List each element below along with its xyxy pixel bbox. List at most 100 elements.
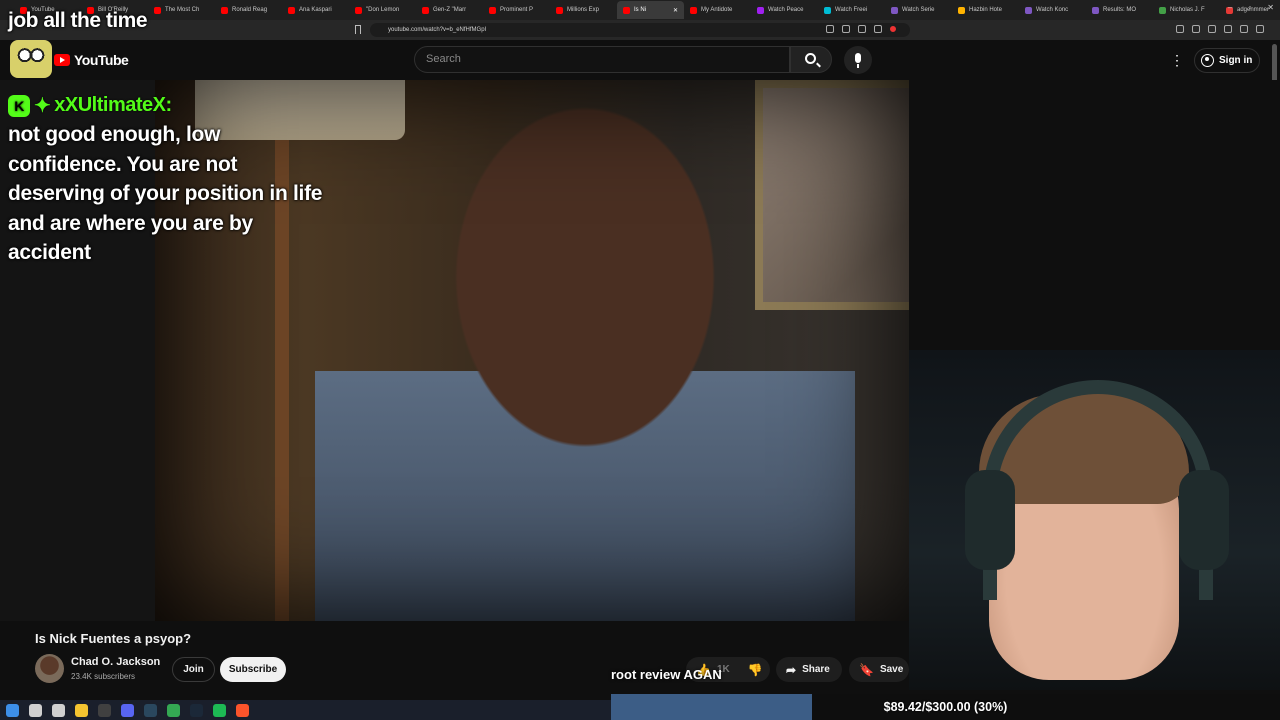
tab-label: Results: MO (1103, 7, 1137, 13)
share-button[interactable]: ➦ Share (776, 657, 842, 682)
subscriber-count: 23.4K subscribers (71, 672, 136, 681)
browser-tab[interactable]: Nicholas J. F (1153, 1, 1220, 19)
video-right-letterbox (909, 80, 1280, 350)
browser-tab[interactable]: Millions Exp (550, 1, 617, 19)
tab-favicon-icon (221, 6, 228, 14)
close-tab-icon[interactable]: ✕ (673, 7, 678, 14)
extension-icon[interactable] (1176, 25, 1184, 33)
tab-favicon-icon (958, 6, 965, 14)
sign-in-label: Sign in (1219, 55, 1253, 66)
extension-icon[interactable] (1192, 25, 1200, 33)
browser-tab[interactable]: The Most Ch (148, 1, 215, 19)
discord-icon[interactable] (121, 703, 134, 717)
save-button[interactable]: 🔖 Save (849, 657, 909, 682)
streamer-mascot-overlay (10, 40, 52, 78)
save-label: Save (879, 664, 904, 675)
youtube-logo[interactable]: YouTube (54, 52, 129, 68)
browser-tab[interactable]: Watch Freei (818, 1, 885, 19)
browser-tab-strip: YouTube Bill O'Reilly The Most Ch Ronald Re… (0, 0, 1280, 20)
tab-favicon-icon (1025, 6, 1032, 14)
tab-label: Watch Konc (1036, 7, 1069, 13)
browser-tab[interactable]: Gen-Z "Marr (416, 1, 483, 19)
dislike-icon[interactable]: 👎 (748, 663, 763, 677)
save-icon: 🔖 (859, 662, 874, 677)
browser-tab[interactable]: Watch Konc (1019, 1, 1086, 19)
tab-label: Hazbin Hote (969, 7, 1003, 13)
tab-favicon-icon (824, 6, 831, 14)
tab-favicon-icon (623, 6, 630, 14)
minimize-button[interactable]: – (1228, 3, 1232, 12)
donation-goal-text: $89.42/$300.00 (30%) (883, 700, 1008, 714)
browser-tab[interactable]: My Antidote (684, 1, 751, 19)
tab-label: Watch Freei (835, 7, 868, 13)
spotify-icon[interactable] (213, 703, 226, 717)
voice-search-button[interactable] (844, 46, 872, 74)
tab-favicon-icon (891, 6, 898, 14)
wallet-icon[interactable] (1224, 25, 1232, 33)
tab-label: Watch Serie (902, 7, 935, 13)
search-icon[interactable] (29, 703, 42, 717)
os-taskbar (0, 700, 611, 720)
file-explorer-icon[interactable] (75, 703, 88, 717)
browser-tab[interactable]: Ana Kaspari (282, 1, 349, 19)
tab-favicon-icon (355, 6, 362, 14)
browser-tab[interactable]: Is Ni ✕ (617, 1, 684, 19)
maximize-button[interactable]: ▫ (1248, 3, 1251, 12)
tab-label: Ana Kaspari (299, 7, 332, 13)
search-button[interactable] (790, 46, 832, 73)
channel-avatar[interactable] (35, 654, 64, 683)
account-icon (1201, 54, 1214, 67)
channel-name[interactable]: Chad O. Jackson (71, 656, 160, 668)
sidebar-icon[interactable] (1208, 25, 1216, 33)
youtube-header: YouTube Search ⋮ Sign in (0, 40, 1280, 80)
stream-bottom-caption: root review AGAN (611, 667, 722, 682)
task-view-icon[interactable] (52, 703, 65, 717)
browser-tab[interactable]: Watch Peace (751, 1, 818, 19)
brave-icon[interactable] (236, 703, 249, 717)
windows-start-icon[interactable] (6, 703, 19, 717)
tab-label: Nicholas J. F (1170, 7, 1205, 13)
search-input[interactable]: Search (414, 46, 790, 73)
star-icon[interactable] (874, 25, 882, 33)
vpn-icon[interactable] (1240, 25, 1248, 33)
browser-tab[interactable]: Watch Serie (885, 1, 952, 19)
browser-tab[interactable]: Results: MO (1086, 1, 1153, 19)
chrome-icon[interactable] (167, 703, 180, 717)
tab-favicon-icon (288, 6, 295, 14)
tab-label: The Most Ch (165, 7, 200, 13)
tab-favicon-icon (422, 6, 429, 14)
zoom-icon[interactable] (842, 25, 850, 33)
steam-app-icon[interactable] (190, 703, 203, 717)
browser-tab[interactable]: Prominent P (483, 1, 550, 19)
share-page-icon[interactable] (858, 25, 866, 33)
tab-label: Gen-Z "Marr (433, 7, 467, 13)
tab-favicon-icon (154, 6, 161, 14)
tab-favicon-icon (690, 6, 697, 14)
steam-icon[interactable] (144, 703, 157, 717)
cast-icon[interactable] (826, 25, 834, 33)
chat-message: not good enough, low confidence. You are… (8, 123, 323, 264)
video-title: Is Nick Fuentes a psyop? (35, 631, 192, 646)
sign-in-button[interactable]: Sign in (1194, 48, 1260, 73)
join-button[interactable]: Join (172, 657, 215, 682)
share-label: Share (802, 664, 830, 675)
bookmark-icon[interactable] (355, 25, 361, 34)
youtube-logo-text: YouTube (74, 52, 129, 68)
tab-label: My Antidote (701, 7, 733, 13)
close-window-button[interactable]: ✕ (1267, 3, 1274, 12)
donation-goal-bar: $89.42/$300.00 (30%) (611, 694, 1280, 720)
search-icon (805, 53, 816, 64)
browser-tab[interactable]: Hazbin Hote (952, 1, 1019, 19)
stream-overlay-caption: job all the time (8, 9, 148, 32)
browser-tab[interactable]: "Don Lemon (349, 1, 416, 19)
settings-menu-icon[interactable]: ⋮ (1170, 52, 1184, 68)
tab-label: "Don Lemon (366, 7, 400, 13)
subscribe-button[interactable]: Subscribe (220, 657, 286, 682)
window-controls: – ▫ ✕ (1228, 3, 1274, 12)
obs-icon[interactable] (98, 703, 111, 717)
brave-shield-icon[interactable] (890, 26, 896, 32)
tab-favicon-icon (1159, 6, 1166, 14)
tab-favicon-icon (757, 6, 764, 14)
browser-tab[interactable]: Ronald Reag (215, 1, 282, 19)
menu-icon[interactable] (1256, 25, 1264, 33)
